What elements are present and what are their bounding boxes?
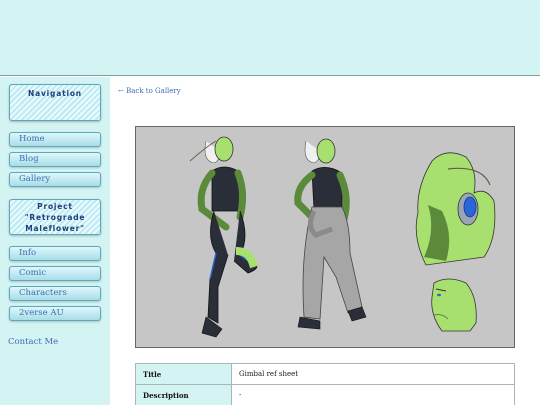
project-2verse-au-button[interactable]: 2verse AU (9, 306, 101, 321)
nav-blog-button[interactable]: Blog (9, 152, 101, 167)
nav-gallery-button[interactable]: Gallery (9, 172, 101, 187)
figure-shoulder-detail (415, 152, 496, 266)
figure-casual (294, 138, 367, 330)
project-characters-button[interactable]: Characters (9, 286, 101, 301)
artwork-details-table: Title Gimbal ref sheet Description - (135, 363, 515, 405)
figure-face-detail (431, 278, 477, 332)
sidebar: Navigation Home Blog Gallery Project "Re… (0, 77, 110, 405)
nav-home-button[interactable]: Home (9, 132, 101, 147)
description-value-cell: - (231, 384, 515, 405)
project-comic-button[interactable]: Comic (9, 266, 101, 281)
header-banner (0, 0, 540, 76)
table-row: Title Gimbal ref sheet (135, 363, 515, 385)
contact-me-link[interactable]: Contact Me (8, 337, 58, 347)
navigation-heading: Navigation (9, 84, 101, 121)
back-to-gallery-link[interactable]: ← Back to Gallery (118, 87, 181, 95)
table-row: Description - (135, 384, 515, 405)
artwork-image[interactable] (135, 126, 515, 348)
project-info-button[interactable]: Info (9, 246, 101, 261)
title-value-cell: Gimbal ref sheet (231, 363, 515, 385)
figure-suit (189, 136, 258, 338)
title-key-cell: Title (135, 363, 232, 385)
project-heading: Project "Retrograde Maleflower" (9, 199, 101, 235)
character-reference-sheet-illustration (189, 136, 496, 338)
description-key-cell: Description (135, 384, 232, 405)
